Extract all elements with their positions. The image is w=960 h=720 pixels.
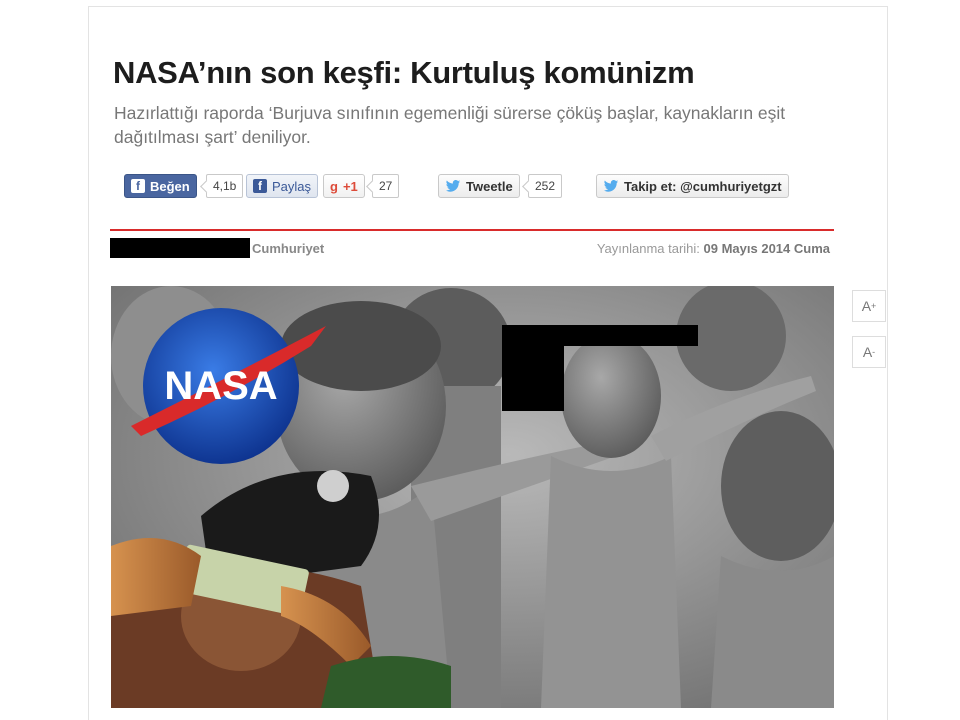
article-title: NASA’nın son keşfi: Kurtuluş komünizm bbox=[113, 55, 695, 90]
facebook-share-button[interactable]: f Paylaş bbox=[246, 174, 319, 198]
google-plus-button[interactable]: g +1 bbox=[323, 174, 365, 198]
publish-date-label: Yayınlanma tarihi: bbox=[596, 241, 700, 256]
minus-sign: - bbox=[872, 347, 876, 357]
tweet-button[interactable]: Tweetle bbox=[438, 174, 520, 198]
nasa-logo-text: NASA bbox=[164, 364, 277, 408]
tweet-label: Tweetle bbox=[466, 178, 513, 194]
font-decrease-label: A bbox=[862, 344, 873, 360]
photo-illustration: NASA bbox=[111, 286, 834, 708]
publish-date-value: 09 Mayıs 2014 Cuma bbox=[703, 241, 830, 256]
tweet-count: 252 bbox=[528, 174, 563, 198]
article-subtitle: Hazırlattığı raporda ‘Burjuva sınıfının … bbox=[114, 103, 786, 147]
like-label: Beğen bbox=[150, 178, 190, 194]
gplus-count: 27 bbox=[372, 174, 400, 198]
article-source: Cumhuriyet bbox=[252, 241, 325, 256]
twitter-icon bbox=[603, 180, 619, 192]
share-bar: f Beğen 4,1b f Paylaş g +1 27 Tweetle 25… bbox=[124, 174, 824, 198]
redacted-author bbox=[110, 238, 250, 258]
facebook-icon: f bbox=[131, 179, 145, 193]
facebook-like-button[interactable]: f Beğen bbox=[124, 174, 197, 198]
publish-date: Yayınlanma tarihi: 09 Mayıs 2014 Cuma bbox=[597, 241, 830, 256]
follow-twitter-button[interactable]: Takip et: @cumhuriyetgzt bbox=[596, 174, 789, 198]
redaction-block bbox=[502, 325, 564, 411]
facebook-icon: f bbox=[253, 179, 267, 193]
section-divider bbox=[110, 229, 834, 231]
like-count: 4,1b bbox=[206, 174, 244, 198]
share-label: Paylaş bbox=[272, 178, 312, 194]
font-size-tools: A + A- bbox=[852, 290, 886, 382]
article-photo: NASA bbox=[111, 286, 834, 708]
gplus-label: +1 bbox=[342, 178, 358, 194]
font-increase-button[interactable]: A + bbox=[852, 290, 886, 322]
follow-label: Takip et: @cumhuriyetgzt bbox=[624, 178, 782, 194]
font-decrease-button[interactable]: A- bbox=[852, 336, 886, 368]
google-plus-icon: g bbox=[330, 178, 338, 194]
plus-sign: + bbox=[871, 301, 877, 311]
twitter-icon bbox=[445, 180, 461, 192]
font-increase-label: A bbox=[861, 298, 872, 314]
